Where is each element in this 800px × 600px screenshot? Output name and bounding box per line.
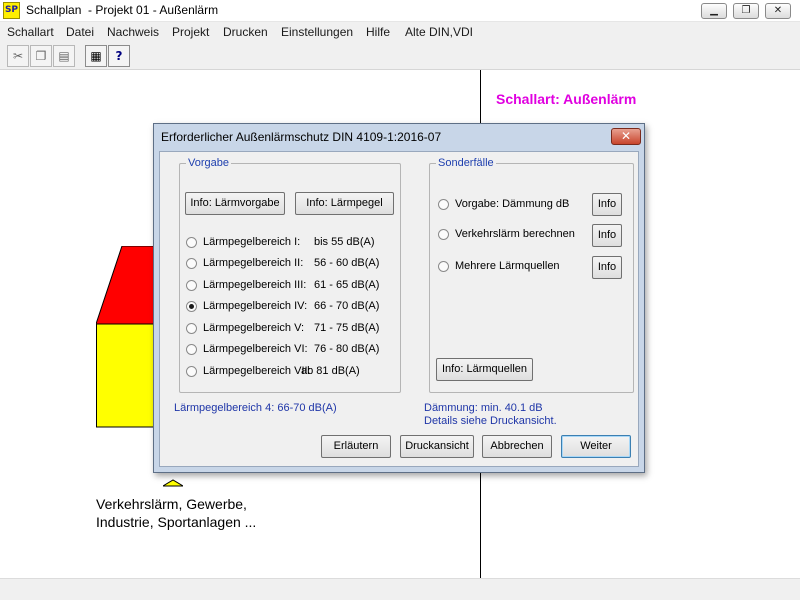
abbrechen-button[interactable]: Abbrechen — [482, 435, 552, 458]
radio-button[interactable] — [186, 258, 197, 269]
menu-drucken[interactable]: Drucken — [223, 25, 268, 39]
menu-datei[interactable]: Datei — [66, 25, 94, 39]
menu-projekt[interactable]: Projekt — [172, 25, 209, 39]
druckansicht-button[interactable]: Druckansicht — [400, 435, 474, 458]
radio-label: Lärmpegelbereich II: — [203, 257, 304, 269]
radio-laermpegelbereich-3[interactable]: Lärmpegelbereich III: 61 - 65 dB(A) — [186, 279, 396, 293]
vorgabe-summary: Lärmpegelbereich 4: 66-70 dB(A) — [174, 402, 337, 414]
radio-label: Lärmpegelbereich V: — [203, 322, 305, 334]
menu-hilfe[interactable]: Hilfe — [366, 25, 390, 39]
radio-label: Lärmpegelbereich VII: — [203, 365, 311, 377]
radio-label: Verkehrslärm berechnen — [455, 228, 575, 240]
info-laermquellen-button[interactable]: Info: Lärmquellen — [436, 358, 533, 381]
radio-label: Lärmpegelbereich VI: — [203, 343, 308, 355]
menu-alte-din-vdi[interactable]: Alte DIN,VDI — [405, 25, 473, 39]
title-bar: SP Schallplan - Projekt 01 - Außenlärm ▁… — [0, 0, 800, 22]
caption-line-1: Verkehrslärm, Gewerbe, — [96, 496, 247, 512]
paste-icon[interactable]: ▤ — [53, 45, 75, 67]
scissors-icon[interactable]: ✂ — [7, 45, 29, 67]
dialog-close-button[interactable]: ✕ — [611, 128, 641, 145]
dialog-title: Erforderlicher Außenlärmschutz DIN 4109-… — [161, 130, 442, 144]
context-help-icon[interactable]: ? — [108, 45, 130, 67]
sound-source-marker — [163, 479, 183, 487]
info-mehrere-laermquellen-button[interactable]: Info — [592, 256, 622, 279]
radio-button[interactable] — [186, 366, 197, 377]
radio-mehrere-laermquellen[interactable]: Mehrere Lärmquellen — [438, 260, 588, 274]
radio-button[interactable] — [438, 261, 449, 272]
radio-label: Lärmpegelbereich IV: — [203, 300, 308, 312]
radio-label: Vorgabe: Dämmung dB — [455, 198, 570, 210]
house-caption: Verkehrslärm, Gewerbe, Industrie, Sporta… — [96, 495, 256, 531]
group-sonderfaelle-legend: Sonderfälle — [436, 156, 496, 170]
copy-icon[interactable]: ❐ — [30, 45, 52, 67]
erlaeutern-button[interactable]: Erläutern — [321, 435, 391, 458]
group-vorgabe: Vorgabe Info: Lärmvorgabe Info: Lärmpege… — [179, 156, 401, 393]
group-sonderfaelle: Sonderfälle Vorgabe: Dämmung dB Info Ver… — [429, 156, 634, 393]
status-bar — [0, 578, 800, 600]
radio-range: 61 - 65 dB(A) — [314, 279, 380, 291]
info-vorgabe-daemmung-button[interactable]: Info — [592, 193, 622, 216]
radio-range: 71 - 75 dB(A) — [314, 322, 380, 334]
menu-schallart[interactable]: Schallart — [7, 25, 54, 39]
radio-vorgabe-daemmung[interactable]: Vorgabe: Dämmung dB — [438, 198, 588, 212]
weiter-button[interactable]: Weiter — [561, 435, 631, 458]
radio-button[interactable] — [438, 199, 449, 210]
radio-button[interactable] — [186, 344, 197, 355]
radio-laermpegelbereich-7[interactable]: Lärmpegelbereich VII: ab 81 dB(A) — [186, 365, 396, 379]
aussenlaermschutz-dialog: Erforderlicher Außenlärmschutz DIN 4109-… — [153, 123, 645, 473]
app-logo: SP — [3, 2, 20, 19]
radio-range: 56 - 60 dB(A) — [314, 257, 380, 269]
schallart-heading: Schallart: Außenlärm — [496, 91, 637, 107]
group-vorgabe-legend: Vorgabe — [186, 156, 231, 170]
daemmung-summary: Dämmung: min. 40.1 dB — [424, 402, 543, 414]
dialog-body: Vorgabe Info: Lärmvorgabe Info: Lärmpege… — [159, 151, 639, 467]
radio-button[interactable] — [186, 280, 197, 291]
radio-laermpegelbereich-2[interactable]: Lärmpegelbereich II: 56 - 60 dB(A) — [186, 257, 396, 271]
radio-button[interactable] — [438, 229, 449, 240]
radio-label: Mehrere Lärmquellen — [455, 260, 560, 272]
radio-label: Lärmpegelbereich I: — [203, 236, 301, 248]
radio-button-checked[interactable] — [186, 301, 197, 312]
radio-laermpegelbereich-4[interactable]: Lärmpegelbereich IV: 66 - 70 dB(A) — [186, 300, 396, 314]
menu-bar: Schallart Datei Nachweis Projekt Drucken… — [0, 22, 800, 42]
close-button[interactable]: ✕ — [765, 3, 791, 19]
radio-button[interactable] — [186, 237, 197, 248]
menu-einstellungen[interactable]: Einstellungen — [281, 25, 353, 39]
radio-laermpegelbereich-5[interactable]: Lärmpegelbereich V: 71 - 75 dB(A) — [186, 322, 396, 336]
details-hint: Details siehe Druckansicht. — [424, 415, 557, 427]
info-laermvorgabe-button[interactable]: Info: Lärmvorgabe — [185, 192, 285, 215]
properties-icon[interactable]: ▦ — [85, 45, 107, 67]
window-title: Schallplan - Projekt 01 - Außenlärm — [26, 3, 219, 17]
info-verkehrslaerm-button[interactable]: Info — [592, 224, 622, 247]
info-laermpegel-button[interactable]: Info: Lärmpegel — [295, 192, 394, 215]
radio-laermpegelbereich-1[interactable]: Lärmpegelbereich I: bis 55 dB(A) — [186, 236, 396, 250]
caption-line-2: Industrie, Sportanlagen ... — [96, 514, 257, 530]
radio-label: Lärmpegelbereich III: — [203, 279, 307, 291]
radio-range: 66 - 70 dB(A) — [314, 300, 380, 312]
radio-range: bis 55 dB(A) — [314, 236, 375, 248]
radio-verkehrslaerm-berechnen[interactable]: Verkehrslärm berechnen — [438, 228, 588, 242]
minimize-button[interactable]: ▁ — [701, 3, 727, 19]
toolbar: ✂ ❐ ▤ ▦ ? — [0, 42, 800, 70]
menu-nachweis[interactable]: Nachweis — [107, 25, 159, 39]
radio-range: ab 81 dB(A) — [301, 365, 360, 377]
maximize-button[interactable]: ❐ — [733, 3, 759, 19]
radio-laermpegelbereich-6[interactable]: Lärmpegelbereich VI: 76 - 80 dB(A) — [186, 343, 396, 357]
radio-button[interactable] — [186, 323, 197, 334]
radio-range: 76 - 80 dB(A) — [314, 343, 380, 355]
